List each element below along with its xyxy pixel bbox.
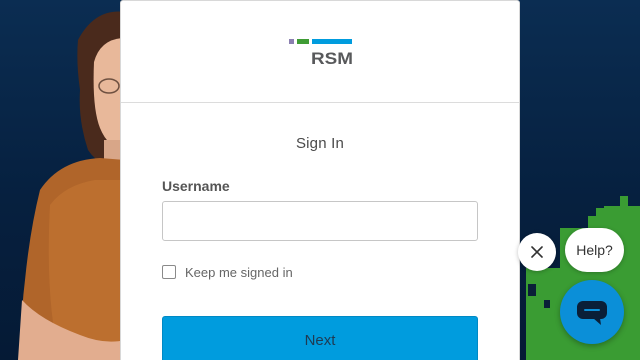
help-bubble[interactable]: Help? <box>565 228 624 272</box>
remember-label: Keep me signed in <box>185 264 293 280</box>
next-button[interactable]: Next <box>162 316 478 360</box>
login-page: RSM Sign In Username Keep me signed in N… <box>0 0 640 360</box>
svg-text:RSM: RSM <box>311 49 353 68</box>
card-header: RSM <box>121 1 519 103</box>
close-icon <box>531 246 543 258</box>
signin-card: RSM Sign In Username Keep me signed in N… <box>120 0 520 360</box>
username-label: Username <box>162 178 230 194</box>
username-input[interactable] <box>162 201 478 241</box>
remember-me[interactable]: Keep me signed in <box>162 263 293 281</box>
chat-launcher-button[interactable] <box>560 280 624 344</box>
page-title: Sign In <box>295 135 345 152</box>
chat-bubble-icon <box>577 301 607 325</box>
remember-checkbox[interactable] <box>162 265 176 279</box>
help-close-button[interactable] <box>518 233 556 271</box>
rsm-logo: RSM <box>289 39 353 68</box>
